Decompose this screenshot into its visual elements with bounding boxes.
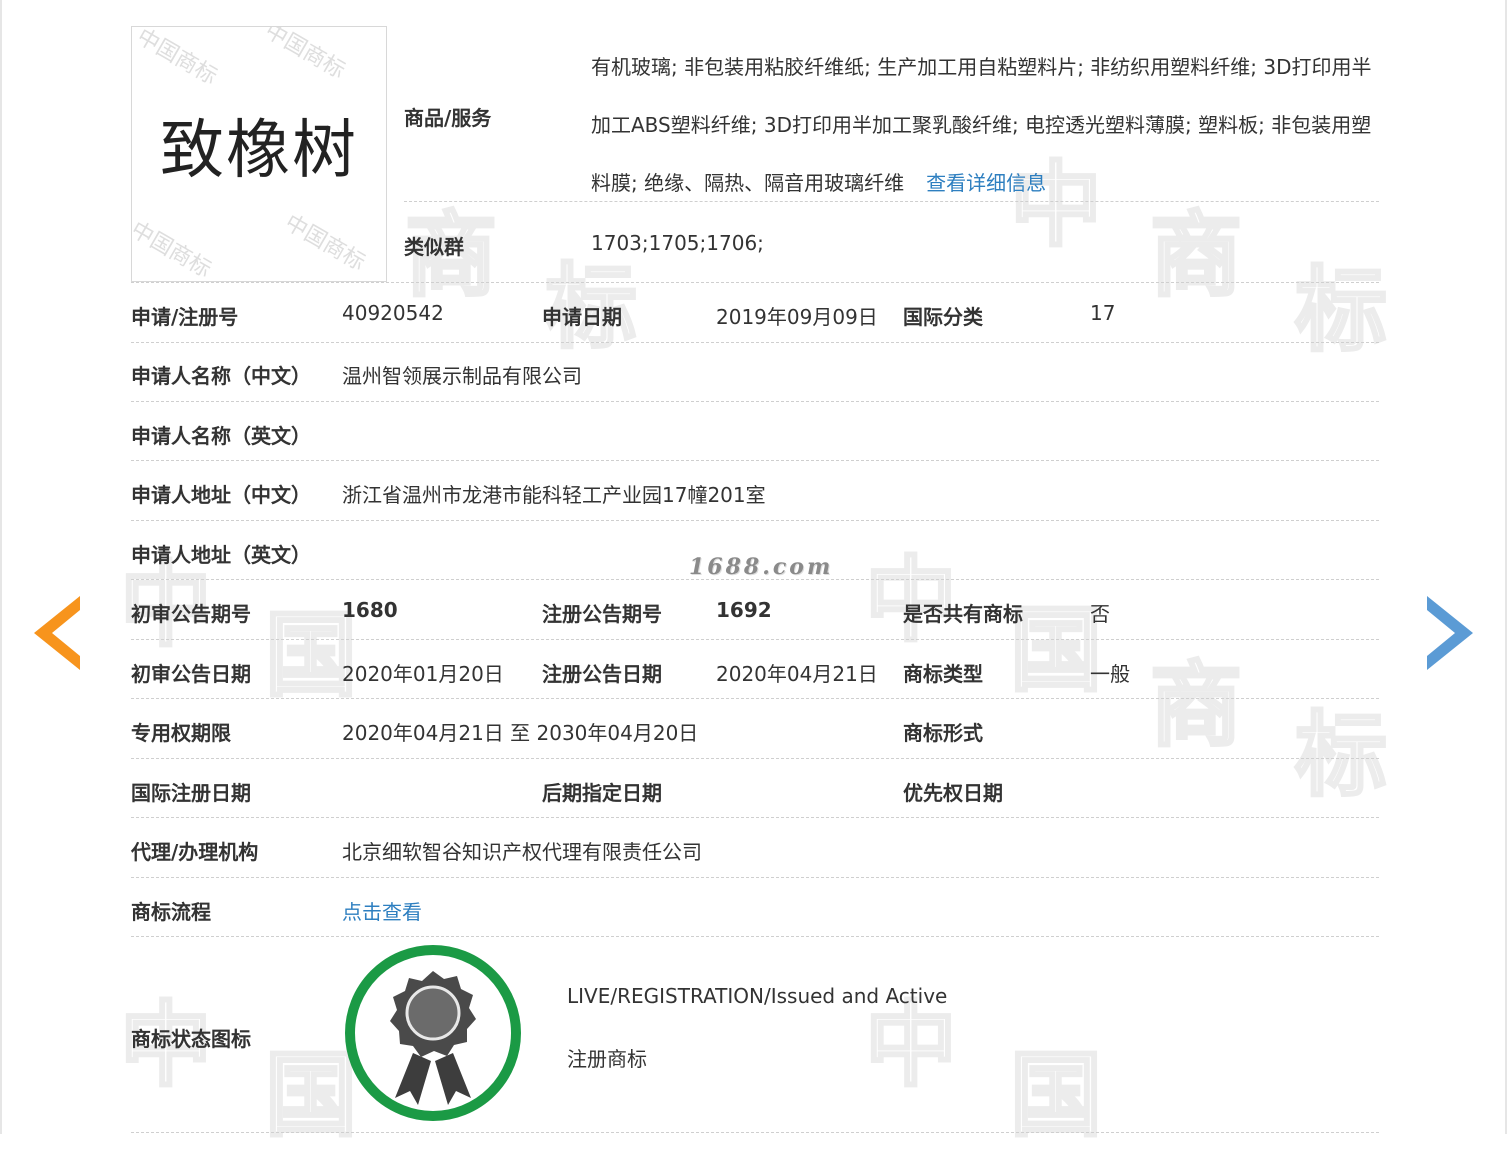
image-watermark: 中国商标	[131, 217, 216, 282]
previous-button[interactable]	[32, 594, 92, 674]
left-border	[0, 0, 2, 1134]
shared-trademark-value: 否	[1090, 602, 1110, 626]
divider	[131, 936, 1379, 937]
status-icon-label: 商标状态图标	[131, 1027, 251, 1051]
chevron-left-icon	[34, 596, 80, 670]
applicant-address-cn-value: 浙江省温州市龙港市能科轻工产业园17幢201室	[342, 483, 766, 507]
divider	[131, 639, 1379, 640]
registration-announcement-date-value: 2020年04月21日	[716, 662, 878, 686]
divider	[131, 520, 1379, 521]
registration-announcement-number-value: 1692	[716, 598, 772, 622]
trademark-type-label: 商标类型	[903, 662, 983, 686]
application-date-value: 2019年09月09日	[716, 305, 878, 329]
trademark-detail: 中国商标 中国商标 中国商标 中国商标 致橡树 商品/服务 有机玻璃; 非包装用…	[131, 26, 1379, 1134]
right-border	[1505, 0, 1507, 1134]
trademark-type-value: 一般	[1090, 662, 1130, 686]
registration-announcement-date-label: 注册公告日期	[542, 662, 662, 686]
divider	[131, 758, 1379, 759]
divider	[131, 1132, 1379, 1133]
applicant-name-cn-label: 申请人名称（中文）	[131, 364, 311, 388]
application-date-label: 申请日期	[542, 305, 622, 329]
chevron-right-icon	[1427, 596, 1473, 670]
award-rosette-icon	[345, 945, 521, 1121]
goods-services-value: 有机玻璃; 非包装用粘胶纤维纸; 生产加工用自粘塑料片; 非纺织用塑料纤维; 3…	[591, 38, 1381, 212]
applicant-address-en-label: 申请人地址（英文）	[131, 543, 311, 567]
divider	[131, 817, 1379, 818]
divider	[131, 282, 1379, 283]
next-button[interactable]	[1423, 594, 1483, 674]
applicant-address-cn-label: 申请人地址（中文）	[131, 483, 311, 507]
prelim-announcement-date-value: 2020年01月20日	[342, 662, 504, 686]
prelim-announcement-date-label: 初审公告日期	[131, 662, 251, 686]
divider	[131, 342, 1379, 343]
agent-value: 北京细软智谷知识产权代理有限责任公司	[342, 840, 702, 864]
image-watermark: 中国商标	[280, 210, 370, 276]
divider	[131, 877, 1379, 878]
registration-announcement-number-label: 注册公告期号	[542, 602, 662, 626]
trademark-form-label: 商标形式	[903, 721, 983, 745]
divider	[131, 698, 1379, 699]
trademark-name: 致橡树	[160, 114, 358, 188]
trademark-image: 中国商标 中国商标 中国商标 中国商标 致橡树	[131, 26, 387, 282]
similar-group-label: 类似群	[404, 235, 464, 259]
similar-group-value: 1703;1705;1706;	[591, 231, 764, 255]
divider	[404, 201, 1379, 202]
status-cn: 注册商标	[567, 1047, 647, 1071]
status-en: LIVE/REGISTRATION/Issued and Active	[567, 984, 948, 1008]
site-watermark: 1688.com	[689, 554, 834, 580]
international-class-value: 17	[1090, 301, 1116, 325]
agent-label: 代理/办理机构	[131, 840, 259, 864]
international-registration-date-label: 国际注册日期	[131, 781, 251, 805]
prelim-announcement-number-label: 初审公告期号	[131, 602, 251, 626]
shared-trademark-label: 是否共有商标	[903, 602, 1023, 626]
application-number-value: 40920542	[342, 301, 444, 325]
status-badge	[343, 943, 523, 1123]
exclusive-right-period-value: 2020年04月21日 至 2030年04月20日	[342, 721, 699, 745]
divider	[131, 460, 1379, 461]
view-details-link[interactable]: 查看详细信息	[926, 171, 1046, 195]
trademark-process-label: 商标流程	[131, 900, 211, 924]
image-watermark: 中国商标	[132, 26, 222, 90]
applicant-name-cn-value: 温州智领展示制品有限公司	[342, 364, 582, 388]
view-process-link[interactable]: 点击查看	[342, 896, 422, 925]
application-number-label: 申请/注册号	[131, 305, 239, 329]
later-designation-date-label: 后期指定日期	[542, 781, 662, 805]
prelim-announcement-number-value: 1680	[342, 598, 398, 622]
exclusive-right-period-label: 专用权期限	[131, 721, 231, 745]
priority-date-label: 优先权日期	[903, 781, 1003, 805]
international-class-label: 国际分类	[903, 305, 983, 329]
rosette-center	[405, 985, 461, 1041]
goods-services-label: 商品/服务	[404, 106, 492, 130]
image-watermark: 中国商标	[260, 26, 350, 84]
divider	[131, 401, 1379, 402]
applicant-name-en-label: 申请人名称（英文）	[131, 424, 311, 448]
